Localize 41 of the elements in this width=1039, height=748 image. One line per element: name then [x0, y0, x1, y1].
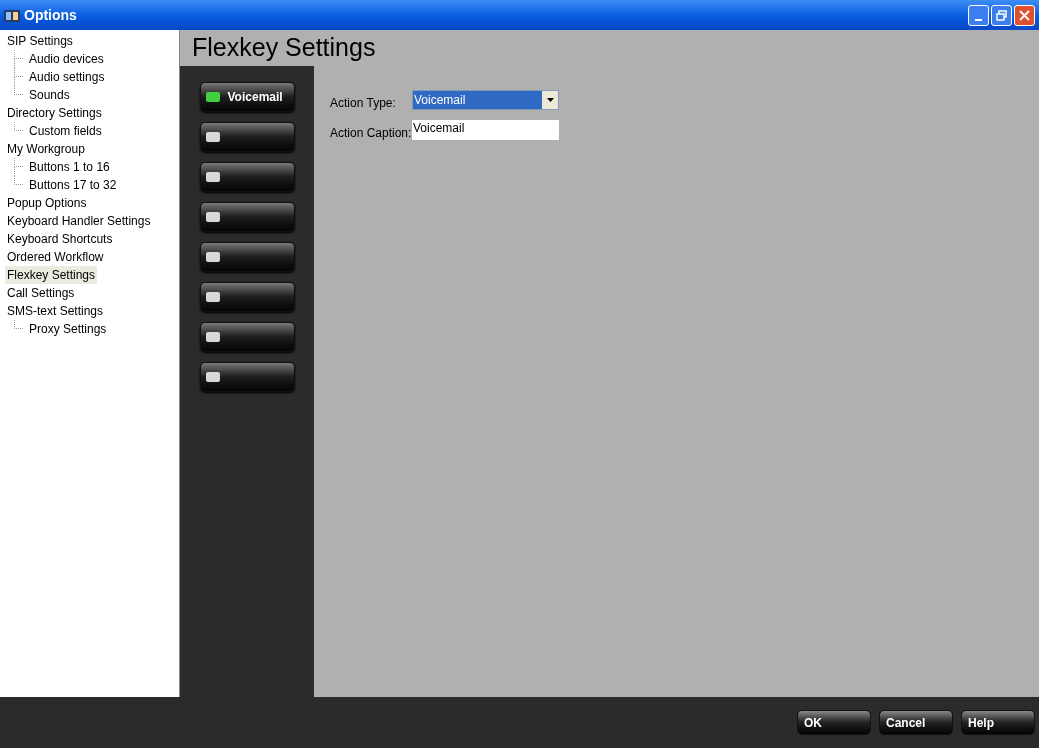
tree-item[interactable]: Ordered Workflow — [5, 248, 106, 266]
tree-item[interactable]: Popup Options — [5, 194, 89, 212]
flexkey-button[interactable]: Voicemail — [199, 82, 295, 112]
minimize-button[interactable] — [968, 4, 989, 26]
close-icon — [1019, 9, 1030, 21]
tree-item[interactable]: Keyboard Shortcuts — [5, 230, 115, 248]
page-title: Flexkey Settings — [192, 32, 376, 64]
action-type-dropdown[interactable]: Voicemail — [412, 90, 559, 110]
flexkey-button[interactable] — [199, 242, 295, 272]
dialog-button[interactable]: Help — [961, 710, 1035, 735]
flexkey-button[interactable] — [199, 282, 295, 312]
dialog-button[interactable]: OK — [797, 710, 871, 735]
tree-item[interactable]: Custom fields — [27, 122, 104, 140]
tree-item[interactable]: Call Settings — [5, 284, 77, 302]
flexkey-button[interactable] — [199, 162, 295, 192]
tree-item[interactable]: Audio settings — [27, 68, 107, 86]
close-button[interactable] — [1014, 4, 1035, 26]
tree-item[interactable]: Buttons 1 to 16 — [27, 158, 112, 176]
field-label: Action Type: — [330, 95, 397, 112]
tree-item[interactable]: Directory Settings — [5, 104, 104, 122]
flexkey-button[interactable] — [199, 362, 295, 392]
dialog-button[interactable]: Cancel — [879, 710, 953, 735]
tree-item[interactable]: Proxy Settings — [27, 320, 109, 338]
flexkey-button[interactable] — [199, 202, 295, 232]
field-label: Action Caption: — [330, 125, 412, 142]
action-caption-field[interactable]: Voicemail — [412, 120, 559, 140]
window-title: Options — [24, 5, 77, 25]
restore-button[interactable] — [991, 4, 1012, 26]
tree-item[interactable]: Sounds — [27, 86, 72, 104]
caret-icon — [546, 98, 554, 102]
tree-item[interactable]: SIP Settings — [5, 32, 75, 50]
flexkey-button[interactable] — [199, 122, 295, 152]
tree-item[interactable]: Buttons 17 to 32 — [27, 176, 119, 194]
tree-item[interactable]: My Workgroup — [5, 140, 87, 158]
app-icon — [4, 8, 20, 22]
tree-item[interactable]: Keyboard Handler Settings — [5, 212, 153, 230]
flexkey-button[interactable] — [199, 322, 295, 352]
tree-item[interactable]: Flexkey Settings — [5, 266, 98, 284]
restore-icon — [996, 9, 1007, 21]
tree-item[interactable]: Audio devices — [27, 50, 106, 68]
tree-item[interactable]: SMS-text Settings — [5, 302, 106, 320]
